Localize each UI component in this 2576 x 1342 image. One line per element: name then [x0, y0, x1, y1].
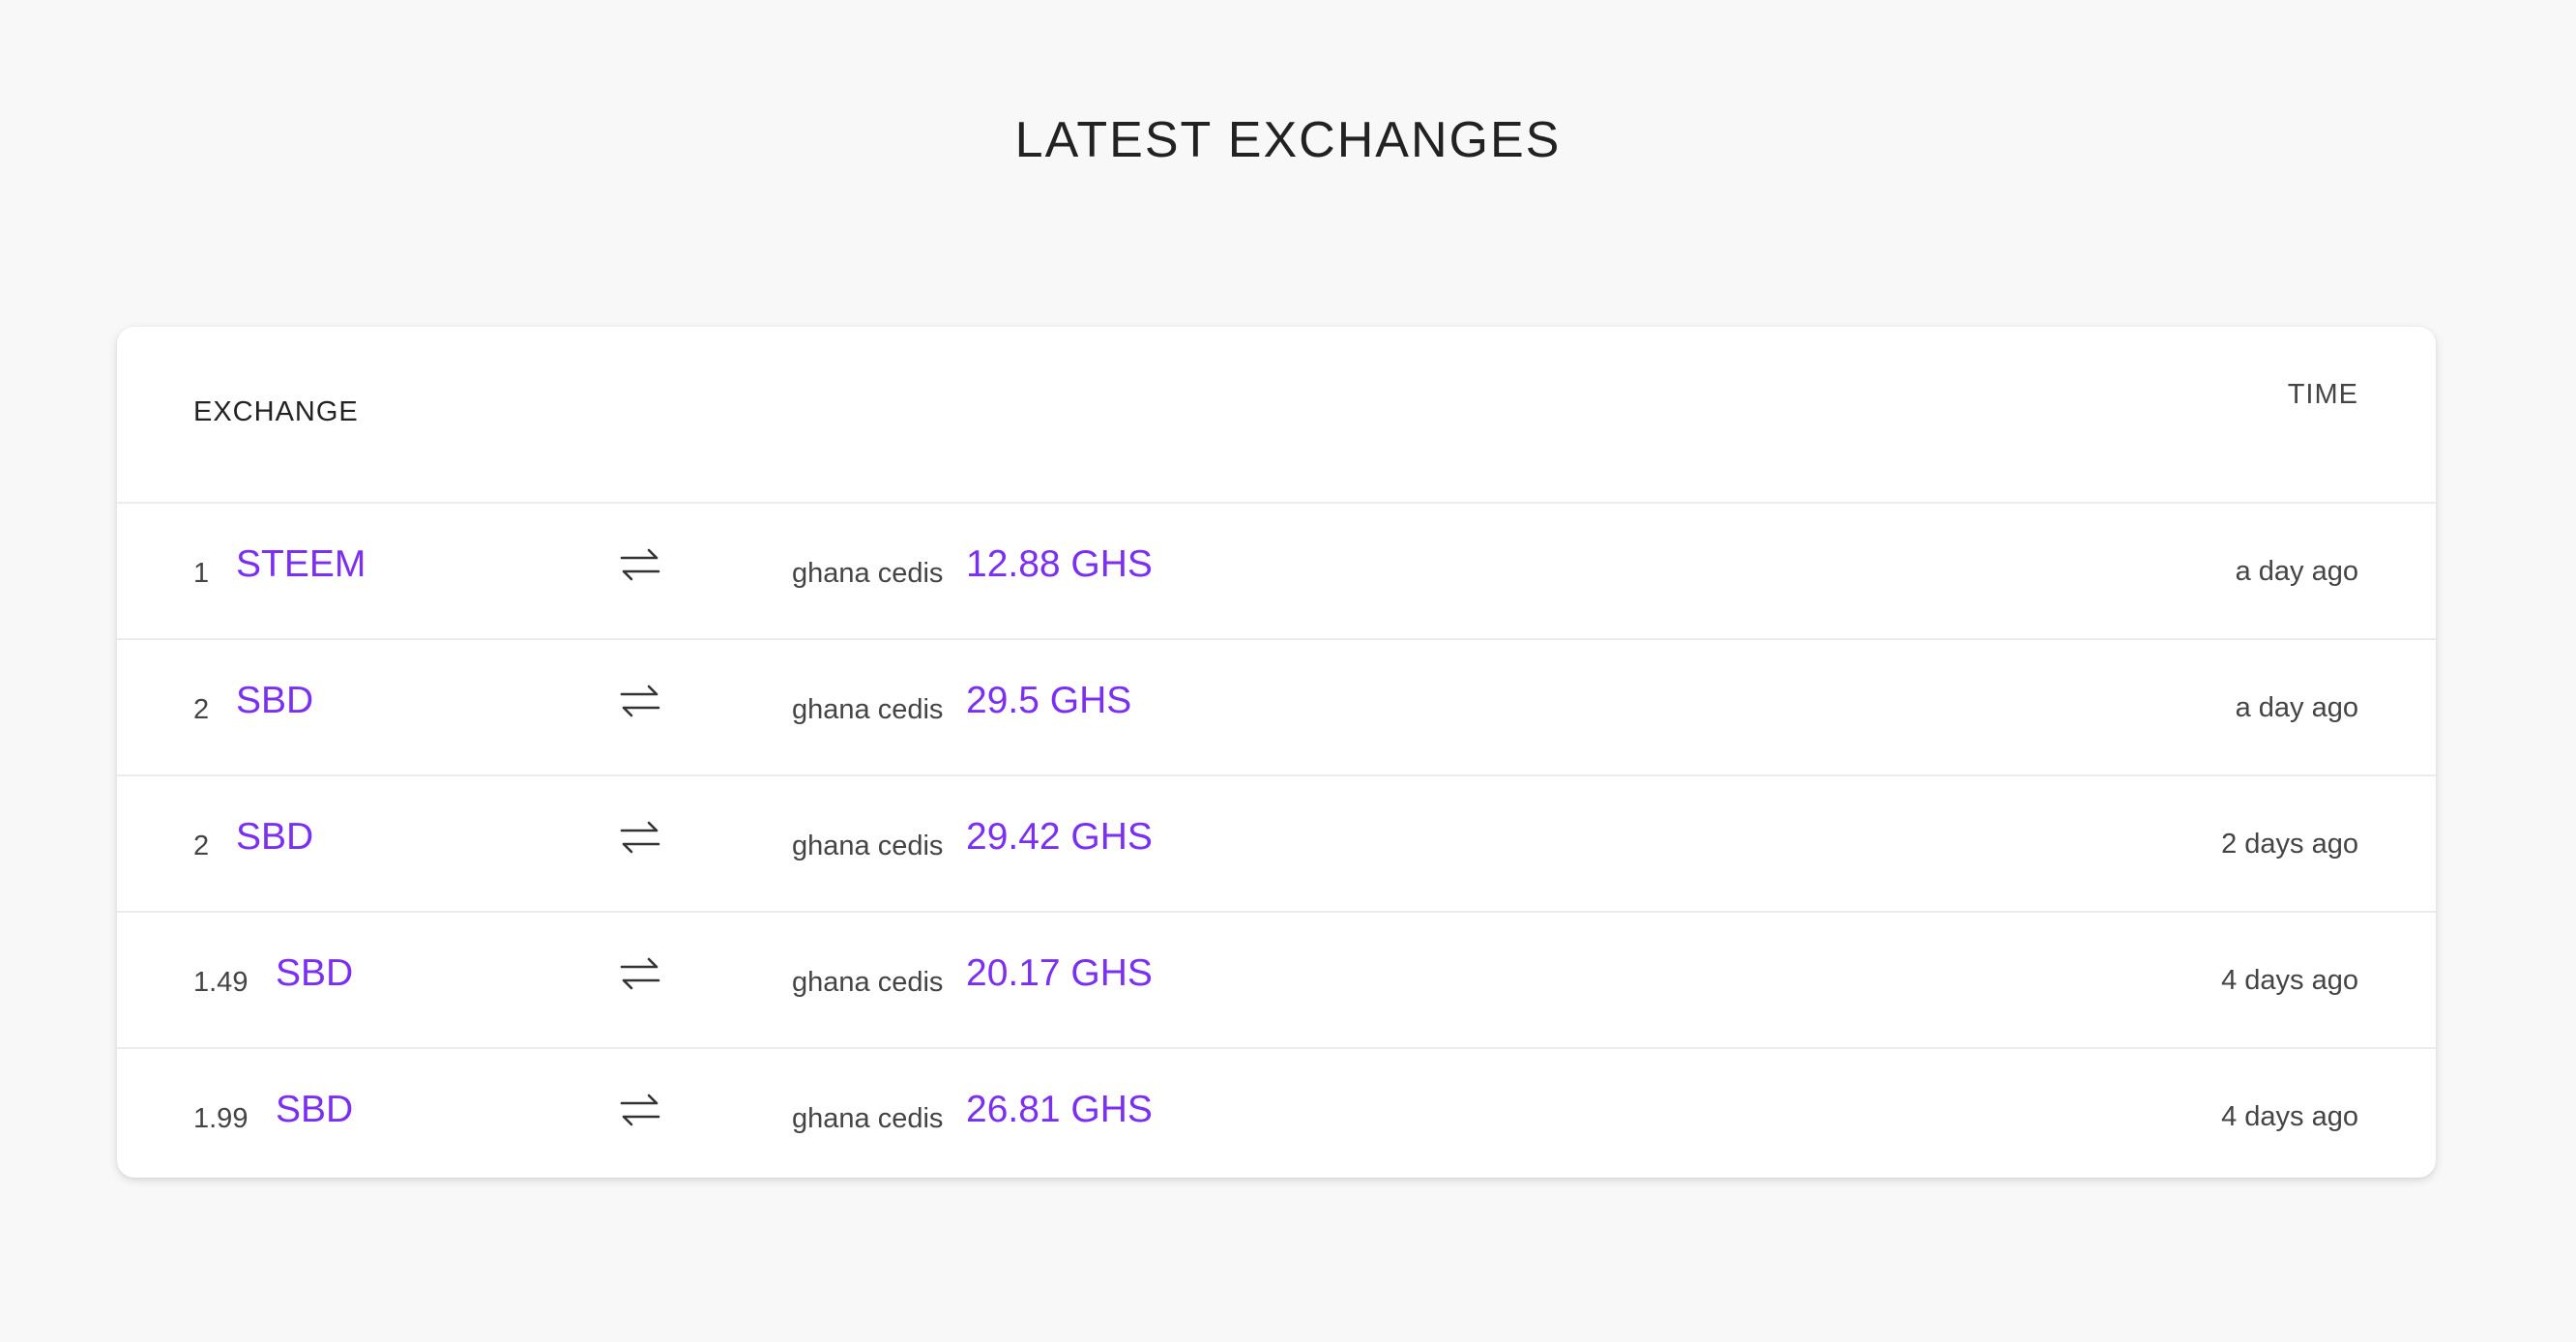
- price-value: 29.5 GHS: [966, 680, 1132, 721]
- asset-link[interactable]: SBD: [236, 816, 313, 859]
- exchange-amount: 1.99: [193, 1103, 249, 1134]
- swap-arrows-icon: [620, 548, 660, 581]
- swap-arrows-icon: [620, 957, 660, 990]
- exchange-time: a day ago: [2235, 556, 2358, 587]
- exchange-time: a day ago: [2235, 692, 2358, 723]
- exchange-amount: 1.49: [193, 967, 249, 998]
- exchanges-table: EXCHANGE TIME 1 STEEM ghana cedis 12.88 …: [117, 327, 2436, 1178]
- table-header: EXCHANGE TIME: [117, 327, 2436, 504]
- swap-arrows-icon: [620, 685, 660, 717]
- currency-name: ghana cedis: [792, 694, 944, 725]
- exchange-time: 4 days ago: [2221, 965, 2358, 996]
- asset-link[interactable]: STEEM: [236, 543, 366, 586]
- table-row: 2 SBD ghana cedis 29.5 GHS a day ago: [117, 640, 2436, 776]
- table-row: 2 SBD ghana cedis 29.42 GHS 2 days ago: [117, 776, 2436, 913]
- currency-name: ghana cedis: [792, 831, 944, 861]
- exchange-time: 2 days ago: [2221, 829, 2358, 860]
- table-row: 1 STEEM ghana cedis 12.88 GHS a day ago: [117, 504, 2436, 640]
- table-row: 1.49 SBD ghana cedis 20.17 GHS 4 days ag…: [117, 913, 2436, 1049]
- table-row: 1.99 SBD ghana cedis 26.81 GHS 4 days ag…: [117, 1049, 2436, 1178]
- swap-arrows-icon: [620, 1094, 660, 1126]
- currency-name: ghana cedis: [792, 967, 944, 998]
- swap-arrows-icon: [620, 821, 660, 854]
- column-header-exchange: EXCHANGE: [193, 396, 359, 427]
- exchange-amount: 1: [193, 558, 210, 589]
- column-header-time: TIME: [2287, 379, 2358, 410]
- page-title: LATEST EXCHANGES: [1014, 112, 1562, 168]
- exchange-time: 4 days ago: [2221, 1101, 2358, 1132]
- price-value: 20.17 GHS: [966, 952, 1153, 994]
- price-value: 12.88 GHS: [966, 543, 1153, 585]
- price-value: 29.42 GHS: [966, 816, 1153, 858]
- asset-link[interactable]: SBD: [276, 1089, 353, 1131]
- currency-name: ghana cedis: [792, 558, 944, 589]
- asset-link[interactable]: SBD: [236, 680, 313, 722]
- exchange-amount: 2: [193, 694, 210, 725]
- currency-name: ghana cedis: [792, 1103, 944, 1134]
- exchange-amount: 2: [193, 831, 210, 861]
- asset-link[interactable]: SBD: [276, 952, 353, 995]
- price-value: 26.81 GHS: [966, 1089, 1153, 1130]
